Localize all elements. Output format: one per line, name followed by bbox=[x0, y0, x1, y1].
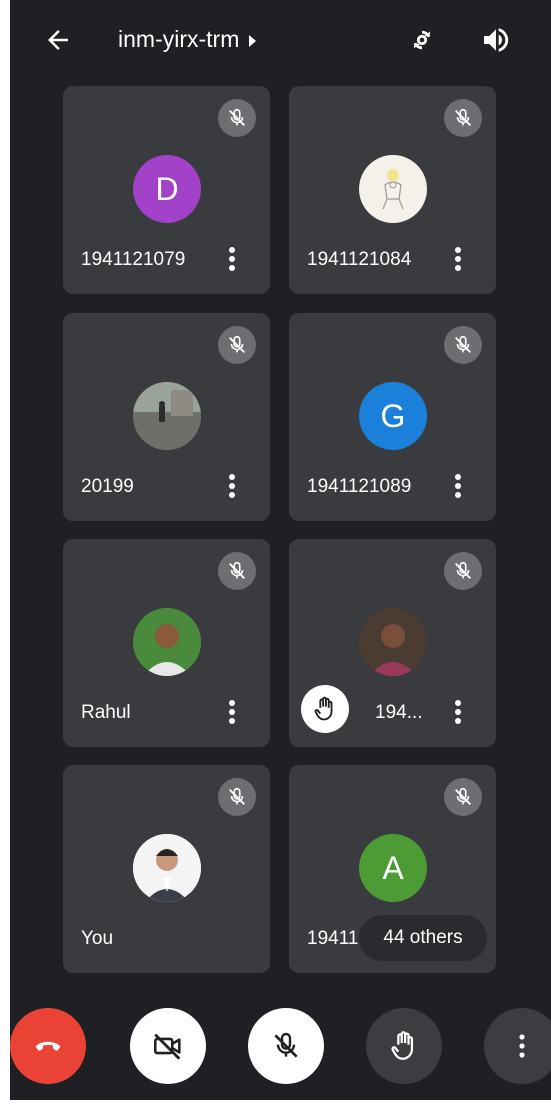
avatar-photo bbox=[133, 834, 201, 902]
avatar-photo bbox=[133, 608, 201, 676]
participant-more-button[interactable] bbox=[444, 471, 472, 501]
end-call-button[interactable] bbox=[10, 1008, 86, 1084]
person-photo-image bbox=[133, 834, 201, 902]
caret-right-icon bbox=[249, 34, 257, 47]
mute-badge bbox=[218, 778, 256, 816]
avatar: A bbox=[359, 834, 427, 902]
speaker-icon bbox=[484, 28, 509, 52]
mic-off-icon bbox=[229, 561, 245, 579]
participant-tile[interactable]: You bbox=[63, 765, 270, 973]
mic-off-icon bbox=[229, 335, 245, 353]
participant-name: Rahul bbox=[81, 702, 131, 723]
more-vert-icon bbox=[229, 474, 235, 498]
participant-tile[interactable]: G 1941121089 bbox=[289, 313, 496, 521]
participant-more-button[interactable] bbox=[218, 697, 246, 727]
person-photo-image bbox=[133, 608, 201, 676]
more-vert-icon bbox=[229, 700, 235, 724]
raised-hand-badge bbox=[301, 685, 349, 733]
participant-name: 194... bbox=[375, 702, 423, 723]
more-vert-icon bbox=[229, 247, 235, 271]
meeting-title-button[interactable]: inm-yirx-trm bbox=[118, 26, 257, 53]
participant-name: 1941121084 bbox=[307, 249, 412, 270]
sketch-figure-image bbox=[382, 169, 404, 210]
back-button[interactable] bbox=[38, 20, 78, 60]
mute-badge bbox=[218, 552, 256, 590]
meeting-code: inm-yirx-trm bbox=[118, 26, 240, 52]
participant-tile[interactable]: Rahul bbox=[63, 539, 270, 747]
person-photo-image bbox=[359, 608, 427, 676]
mic-off-icon bbox=[455, 561, 471, 579]
participant-more-button[interactable] bbox=[444, 244, 472, 274]
raise-hand-button[interactable] bbox=[366, 1008, 442, 1084]
mic-off-icon bbox=[455, 108, 471, 126]
mute-badge bbox=[444, 326, 482, 364]
avatar-photo bbox=[133, 382, 201, 450]
avatar: D bbox=[133, 155, 201, 223]
participant-more-button[interactable] bbox=[218, 471, 246, 501]
switch-camera-icon bbox=[413, 30, 431, 50]
mic-off-icon bbox=[229, 787, 245, 805]
mic-off-icon bbox=[274, 1032, 298, 1058]
participant-name: You bbox=[81, 928, 114, 949]
more-vert-icon bbox=[519, 1034, 525, 1058]
participant-tile[interactable]: A 19411 44 others bbox=[289, 765, 496, 973]
mute-badge bbox=[444, 778, 482, 816]
mic-off-icon bbox=[455, 787, 471, 805]
avatar-photo bbox=[359, 155, 427, 223]
more-vert-icon bbox=[455, 247, 461, 271]
top-bar: inm-yirx-trm bbox=[10, 0, 551, 80]
raise-hand-icon bbox=[391, 1031, 414, 1060]
participant-name: 1941121089 bbox=[307, 476, 412, 497]
more-vert-icon bbox=[455, 474, 461, 498]
mic-toggle-button[interactable] bbox=[248, 1008, 324, 1084]
mute-badge bbox=[444, 552, 482, 590]
avatar-initial: G bbox=[380, 397, 406, 434]
avatar-initial: A bbox=[382, 849, 404, 886]
others-count-button[interactable]: 44 others bbox=[359, 915, 487, 961]
end-call-icon bbox=[35, 1041, 61, 1051]
more-options-button[interactable] bbox=[484, 1008, 551, 1084]
mic-off-icon bbox=[455, 335, 471, 353]
mute-badge bbox=[444, 99, 482, 137]
avatar-initial: D bbox=[155, 170, 179, 207]
participant-more-button[interactable] bbox=[444, 697, 472, 727]
mute-badge bbox=[218, 326, 256, 364]
participant-tile[interactable]: 20199 bbox=[63, 313, 270, 521]
participant-more-button[interactable] bbox=[218, 244, 246, 274]
call-controls bbox=[10, 1000, 551, 1100]
camera-off-icon bbox=[153, 1033, 181, 1060]
participant-tile[interactable]: D 1941121079 bbox=[63, 86, 270, 294]
street-photo-image bbox=[133, 382, 201, 450]
participant-name: 20199 bbox=[81, 476, 134, 497]
mic-off-icon bbox=[229, 108, 245, 126]
avatar-photo bbox=[359, 608, 427, 676]
camera-toggle-button[interactable] bbox=[130, 1008, 206, 1084]
mute-badge bbox=[218, 99, 256, 137]
participant-name: 19411 bbox=[307, 928, 359, 949]
raise-hand-icon bbox=[314, 696, 333, 721]
participant-name: 1941121079 bbox=[81, 249, 186, 270]
participant-tile[interactable]: 1941121084 bbox=[289, 86, 496, 294]
speaker-button[interactable] bbox=[476, 20, 516, 60]
switch-camera-button[interactable] bbox=[402, 20, 442, 60]
meeting-screen: inm-yirx-trm D 1941121079 1941121084 201… bbox=[10, 0, 551, 1100]
more-vert-icon bbox=[455, 700, 461, 724]
avatar: G bbox=[359, 382, 427, 450]
others-count-label: 44 others bbox=[383, 927, 463, 948]
arrow-left-icon bbox=[48, 30, 68, 50]
participant-tile[interactable]: 194... bbox=[289, 539, 496, 747]
